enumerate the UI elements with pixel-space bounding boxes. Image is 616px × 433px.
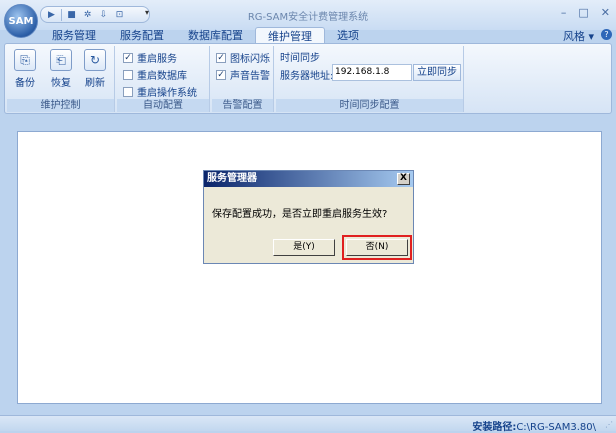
restore-icon: ⎗ xyxy=(50,49,72,71)
refresh-icon: ↻ xyxy=(84,49,106,71)
maximize-icon[interactable]: □ xyxy=(578,6,588,19)
server-address-label: 服务器地址: xyxy=(280,71,334,82)
group-alarm: ✓ 图标闪烁 ✓ 声音告警 告警配置 xyxy=(212,46,274,112)
dialog-title-bar: 服务管理器 X xyxy=(204,171,413,187)
sync-now-button[interactable]: 立即同步 xyxy=(413,64,461,81)
group-caption: 时间同步配置 xyxy=(276,99,463,112)
restart-database-checkbox[interactable]: 重启数据库 xyxy=(123,67,187,82)
confirm-dialog: 服务管理器 X 保存配置成功，是否立即重启服务生效? 是(Y) 否(N) xyxy=(203,170,414,264)
minimize-icon[interactable]: – xyxy=(561,6,567,19)
server-address-field[interactable]: 192.168.1.8 xyxy=(332,64,412,81)
tab-maintenance[interactable]: 维护管理 xyxy=(255,27,325,44)
tab-options[interactable]: 选项 xyxy=(325,27,371,44)
icon-flash-checkbox[interactable]: ✓ 图标闪烁 xyxy=(216,50,270,65)
ribbon-panel: ⎘ 备份 ⎗ 恢复 ↻ 刷新 维护控制 ✓ 重启服务 重启数据库 重启操作系统 自… xyxy=(4,43,612,114)
yes-button[interactable]: 是(Y) xyxy=(273,239,335,256)
group-caption: 自动配置 xyxy=(117,99,209,112)
group-restart: ✓ 重启服务 重启数据库 重启操作系统 自动配置 xyxy=(117,46,210,112)
tab-database-config[interactable]: 数据库配置 xyxy=(176,27,255,44)
group-time-sync: 时间同步 服务器地址: 192.168.1.8 立即同步 时间同步配置 xyxy=(276,46,464,112)
title-bar: ▶ ■ ✲ ⇩ ⊡ ▾ RG-SAM安全计费管理系统 – □ ✕ xyxy=(0,0,616,30)
backup-icon: ⎘ xyxy=(14,49,36,71)
help-icon[interactable]: ? xyxy=(601,29,612,40)
dialog-close-icon[interactable]: X xyxy=(397,173,410,185)
status-bar: 安装路径:C:\RG-SAM3.80\ ⋰ xyxy=(0,415,616,433)
sound-alarm-checkbox[interactable]: ✓ 声音告警 xyxy=(216,67,270,82)
dialog-title: 服务管理器 xyxy=(207,173,257,184)
close-icon[interactable]: ✕ xyxy=(601,6,610,19)
tab-service-management[interactable]: 服务管理 xyxy=(40,27,108,44)
style-label: 风格 xyxy=(562,30,585,43)
restart-os-checkbox[interactable]: 重启操作系统 xyxy=(123,84,197,99)
ribbon-tabs: 服务管理 服务配置 数据库配置 维护管理 选项 xyxy=(40,27,371,44)
group-maintain-control: ⎘ 备份 ⎗ 恢复 ↻ 刷新 维护控制 xyxy=(7,46,115,112)
dialog-message: 保存配置成功，是否立即重启服务生效? xyxy=(212,209,388,220)
tab-service-config[interactable]: 服务配置 xyxy=(108,27,176,44)
resize-grip-icon[interactable]: ⋰ xyxy=(605,420,613,429)
group-caption: 告警配置 xyxy=(212,99,273,112)
restore-button[interactable]: ⎗ 恢复 xyxy=(48,49,74,89)
restart-service-checkbox[interactable]: ✓ 重启服务 xyxy=(123,50,177,65)
window-title: RG-SAM安全计费管理系统 xyxy=(247,12,369,23)
app-logo-button[interactable]: SAM xyxy=(4,4,38,38)
style-menu[interactable]: 风格 ▾ xyxy=(563,28,594,44)
window-controls: – □ ✕ xyxy=(561,6,610,19)
backup-button[interactable]: ⎘ 备份 xyxy=(12,49,38,89)
refresh-button[interactable]: ↻ 刷新 xyxy=(82,49,108,89)
no-button[interactable]: 否(N) xyxy=(342,235,412,260)
group-caption: 维护控制 xyxy=(7,99,114,112)
time-sync-title: 时间同步 xyxy=(280,53,320,64)
